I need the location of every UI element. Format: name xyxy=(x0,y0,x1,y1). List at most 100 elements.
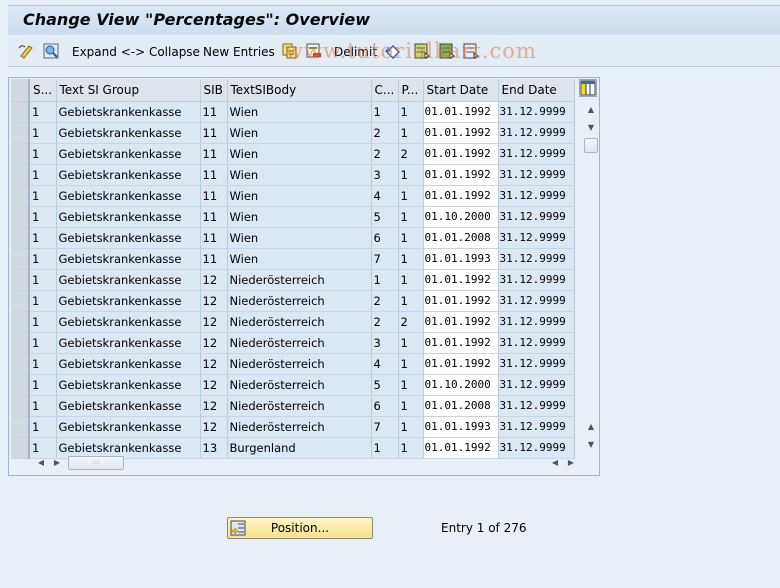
page-down-button[interactable]: ▼ xyxy=(583,436,599,453)
row-selector-button[interactable] xyxy=(11,185,30,207)
table-row[interactable]: 1 Gebietskrankenkasse 11 Wien 4 1 01.01.1992 31… xyxy=(11,185,575,207)
cell-start-date[interactable]: 01.01.1992 xyxy=(423,122,499,144)
cell-start-date[interactable]: 01.01.1992 xyxy=(423,143,499,165)
cell-start-date[interactable]: 01.01.1993 xyxy=(423,248,499,270)
row-selector-button[interactable] xyxy=(11,248,30,270)
table-row[interactable]: 1 Gebietskrankenkasse 11 Wien 1 1 01.01.1992 31… xyxy=(11,101,575,123)
scroll-left-button[interactable]: ◀ xyxy=(33,454,49,471)
cell-start-date[interactable]: 01.01.1992 xyxy=(423,311,499,333)
column-header-end-date[interactable]: End Date xyxy=(498,79,575,102)
row-selector-button[interactable] xyxy=(11,206,30,228)
column-header-s[interactable]: S... xyxy=(29,79,57,102)
cell-end-date: 31.12.9999 xyxy=(498,395,575,417)
cell-start-date[interactable]: 01.01.1992 xyxy=(423,269,499,291)
scroll-right-end-button[interactable]: ▶ xyxy=(563,454,579,471)
scroll-up-button[interactable]: ▲ xyxy=(583,101,599,118)
row-selector-button[interactable] xyxy=(11,395,30,417)
cell-start-date[interactable]: 01.10.2000 xyxy=(423,374,499,396)
column-header-text-si-body[interactable]: TextSIBody xyxy=(227,79,372,102)
row-selector-button[interactable] xyxy=(11,290,30,312)
table-row[interactable]: 1 Gebietskrankenkasse 12 Niederösterreich 2 1… xyxy=(11,290,575,312)
table-settings-button[interactable] xyxy=(579,79,597,97)
column-header-c[interactable]: C... xyxy=(371,79,399,102)
cell-text-si-group: Gebietskrankenkasse xyxy=(56,269,201,291)
cell-start-date[interactable]: 01.01.2008 xyxy=(423,395,499,417)
select-all-rows-button[interactable] xyxy=(11,79,30,102)
cell-s: 1 xyxy=(29,122,57,144)
cell-start-date[interactable]: 01.01.1992 xyxy=(423,101,499,123)
cell-start-date[interactable]: 01.01.1992 xyxy=(423,164,499,186)
vertical-scroll-thumb[interactable] xyxy=(584,138,598,153)
cell-sib: 11 xyxy=(200,227,228,249)
position-button[interactable]: Position... xyxy=(227,517,373,539)
horizontal-scrollbar[interactable]: ◀ ▶ ::: ◀ ▶ xyxy=(11,455,581,471)
row-selector-button[interactable] xyxy=(11,269,30,291)
new-entries-button[interactable]: New Entries xyxy=(203,43,275,61)
table-row[interactable]: 1 Gebietskrankenkasse 12 Niederösterreich 5 1… xyxy=(11,374,575,396)
details-icon[interactable] xyxy=(43,43,59,59)
horizontal-scroll-thumb[interactable]: ::: xyxy=(68,456,124,470)
table-row[interactable]: 1 Gebietskrankenkasse 11 Wien 2 2 01.01.1992 31… xyxy=(11,143,575,165)
row-selector-button[interactable] xyxy=(11,353,30,375)
cell-c: 6 xyxy=(371,227,399,249)
table-row[interactable]: 1 Gebietskrankenkasse 12 Niederösterreich 2 2… xyxy=(11,311,575,333)
table-row[interactable]: 1 Gebietskrankenkasse 11 Wien 7 1 01.01.1993 31… xyxy=(11,248,575,270)
edit-display-icon[interactable] xyxy=(18,43,34,59)
table-row[interactable]: 1 Gebietskrankenkasse 11 Wien 2 1 01.01.1992 31… xyxy=(11,122,575,144)
row-selector-button[interactable] xyxy=(11,101,30,123)
cell-c: 2 xyxy=(371,290,399,312)
cell-text-si-body: Wien xyxy=(227,122,372,144)
row-selector-button[interactable] xyxy=(11,164,30,186)
table-row[interactable]: 1 Gebietskrankenkasse 11 Wien 5 1 01.10.2000 31… xyxy=(11,206,575,228)
cell-start-date[interactable]: 01.01.1993 xyxy=(423,416,499,438)
position-button-label: Position... xyxy=(270,521,330,535)
cell-s: 1 xyxy=(29,353,57,375)
cell-text-si-group: Gebietskrankenkasse xyxy=(56,311,201,333)
cell-end-date: 31.12.9999 xyxy=(498,227,575,249)
table-row[interactable]: 1 Gebietskrankenkasse 12 Niederösterreich 1 1… xyxy=(11,269,575,291)
row-selector-button[interactable] xyxy=(11,311,30,333)
row-selector-button[interactable] xyxy=(11,143,30,165)
cell-start-date[interactable]: 01.01.1992 xyxy=(423,185,499,207)
cell-start-date[interactable]: 01.01.1992 xyxy=(423,332,499,354)
row-selector-button[interactable] xyxy=(11,332,30,354)
cell-text-si-body: Niederösterreich xyxy=(227,332,372,354)
column-header-text-si-group[interactable]: Text SI Group xyxy=(56,79,201,102)
table-row[interactable]: 1 Gebietskrankenkasse 12 Niederösterreich 4 1… xyxy=(11,353,575,375)
page-up-button[interactable]: ▲ xyxy=(583,418,599,435)
table-row[interactable]: 1 Gebietskrankenkasse 11 Wien 6 1 01.01.2008 31… xyxy=(11,227,575,249)
cell-start-date[interactable]: 01.01.2008 xyxy=(423,227,499,249)
cell-text-si-body: Niederösterreich xyxy=(227,311,372,333)
column-header-p[interactable]: P... xyxy=(398,79,424,102)
scroll-right-button[interactable]: ▶ xyxy=(49,454,65,471)
cell-text-si-body: Wien xyxy=(227,101,372,123)
table-row[interactable]: 1 Gebietskrankenkasse 12 Niederösterreich 6 1… xyxy=(11,395,575,417)
cell-end-date: 31.12.9999 xyxy=(498,164,575,186)
cell-sib: 12 xyxy=(200,269,228,291)
cell-text-si-group: Gebietskrankenkasse xyxy=(56,227,201,249)
vertical-scrollbar[interactable]: ▲ ▼ ▲ ▼ xyxy=(583,101,599,454)
page-title: Change View "Percentages": Overview xyxy=(23,10,370,29)
scroll-left-end-button[interactable]: ◀ xyxy=(547,454,563,471)
cell-c: 2 xyxy=(371,311,399,333)
cell-text-si-group: Gebietskrankenkasse xyxy=(56,185,201,207)
cell-sib: 12 xyxy=(200,353,228,375)
row-selector-button[interactable] xyxy=(11,416,30,438)
scroll-down-button[interactable]: ▼ xyxy=(583,119,599,136)
table-row[interactable]: 1 Gebietskrankenkasse 11 Wien 3 1 01.01.1992 31… xyxy=(11,164,575,186)
table-row[interactable]: 1 Gebietskrankenkasse 12 Niederösterreich 7 1… xyxy=(11,416,575,438)
expand-collapse-button[interactable]: Expand <-> Collapse xyxy=(72,43,200,61)
cell-p: 1 xyxy=(398,164,424,186)
row-selector-button[interactable] xyxy=(11,227,30,249)
row-selector-button[interactable] xyxy=(11,374,30,396)
column-header-sib[interactable]: SIB xyxy=(200,79,228,102)
cell-text-si-group: Gebietskrankenkasse xyxy=(56,122,201,144)
position-icon xyxy=(230,520,246,536)
table-row[interactable]: 1 Gebietskrankenkasse 12 Niederösterreich 3 1… xyxy=(11,332,575,354)
cell-end-date: 31.12.9999 xyxy=(498,269,575,291)
column-header-start-date[interactable]: Start Date xyxy=(423,79,499,102)
row-selector-button[interactable] xyxy=(11,122,30,144)
cell-start-date[interactable]: 01.10.2000 xyxy=(423,206,499,228)
cell-start-date[interactable]: 01.01.1992 xyxy=(423,353,499,375)
cell-start-date[interactable]: 01.01.1992 xyxy=(423,290,499,312)
